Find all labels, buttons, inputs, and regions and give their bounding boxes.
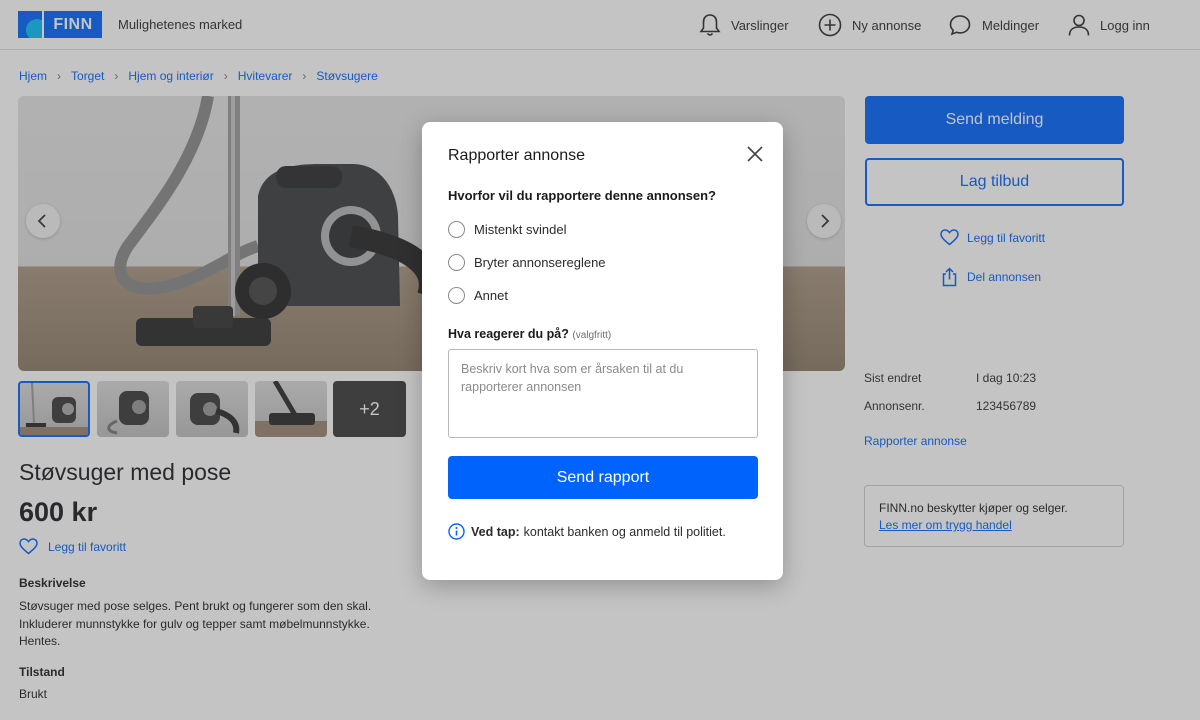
radio-button[interactable] [448,287,465,304]
reason-option[interactable]: Annet [448,287,508,304]
reason-option[interactable]: Mistenkt svindel [448,221,566,238]
comment-optional-hint: (valgfritt) [572,330,612,341]
comment-textarea[interactable] [448,349,758,438]
report-reason-question: Hvorfor vil du rapportere denne annonsen… [448,188,716,203]
reason-option-label: Mistenkt svindel [474,222,567,237]
report-dialog: Rapporter annonse Hvorfor vil du rapport… [422,122,783,580]
reason-option[interactable]: Bryter annonsereglene [448,254,606,271]
loss-info-bold: Ved tap: [471,524,520,539]
loss-info-text: kontakt banken og anmeld til politiet. [523,524,726,539]
comment-label-text: Hva reagerer du på? [448,327,569,341]
send-report-button[interactable]: Send rapport [448,456,758,499]
reason-option-label: Bryter annonsereglene [474,255,606,270]
dialog-title: Rapporter annonse [448,147,585,164]
loss-info: Ved tap: kontakt banken og anmeld til po… [448,523,726,540]
radio-button[interactable] [448,254,465,271]
radio-button[interactable] [448,221,465,238]
close-icon [747,146,763,162]
info-icon [448,523,465,540]
reason-option-label: Annet [474,288,508,303]
close-button[interactable] [745,144,765,164]
comment-label: Hva reagerer du på? (valgfritt) [448,327,611,341]
